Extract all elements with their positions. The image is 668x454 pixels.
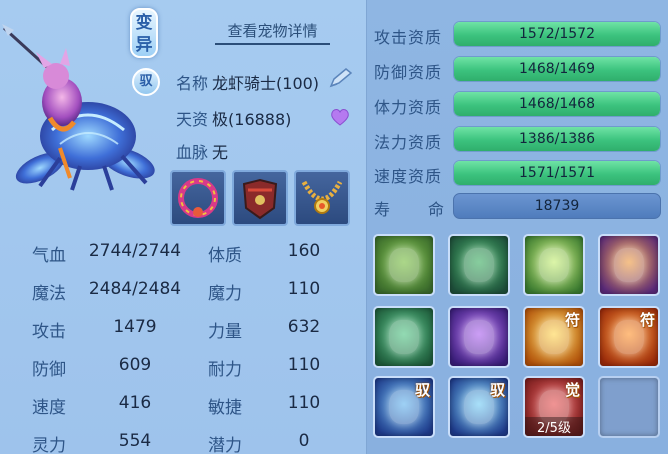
lifespan-value: 18739 (534, 198, 580, 214)
attr-endurance-value: 110 (287, 355, 321, 375)
stat-attack-value: 1479 (113, 317, 157, 337)
skill-tag: 驭 (489, 381, 505, 399)
skill-slot[interactable] (598, 234, 660, 296)
skill-slot[interactable]: 符 (523, 306, 585, 368)
variant-char-2: 异 (135, 35, 153, 55)
aptitude-attack-label: 攻击资质 (374, 28, 443, 47)
rune-strike-icon (614, 248, 644, 282)
aptitude-attack-bar: 1572/1572 (453, 21, 661, 47)
necklace-ornament-icon (301, 180, 343, 214)
attr-potential-label: 潜力 (208, 436, 242, 454)
green-giant-icon (464, 248, 494, 282)
stat-hp-value: 2744/2744 (88, 241, 182, 261)
armor-ornament-icon (242, 178, 278, 220)
pet-detail-screen: 变 异 驭 查看宠物详情 名称 龙虾骑士(100) 天资 极(16888) 血脉无 (0, 0, 668, 454)
attr-endurance-label: 耐力 (208, 360, 242, 380)
skill-tag: 符 (564, 311, 580, 329)
variant-char-1: 变 (135, 13, 153, 33)
attr-constitution-value: 160 (287, 241, 321, 261)
heart-icon[interactable] (330, 108, 350, 126)
skill-slot[interactable]: 符 (598, 306, 660, 368)
skill-slot[interactable]: 觉 2/5级 (523, 376, 585, 438)
pet-aptitude-label: 天资 (176, 110, 209, 129)
attr-constitution-label: 体质 (208, 246, 242, 266)
skill-slot[interactable] (448, 234, 510, 296)
skill-tag: 符 (639, 311, 655, 329)
skill-slot[interactable]: 驭 (373, 376, 435, 438)
variant-badge: 变 异 (130, 8, 158, 58)
pet-aptitude-value: 极(16888) (212, 110, 292, 129)
skill-slot[interactable] (373, 234, 435, 296)
skill-level: 2/5级 (525, 417, 583, 436)
stat-attack-label: 攻击 (32, 322, 66, 342)
pet-name-value: 龙虾骑士(100) (212, 74, 320, 93)
heart-aura-icon (539, 248, 569, 282)
attr-magic-label: 魔力 (208, 284, 242, 304)
aptitude-attack-value: 1572/1572 (519, 26, 595, 42)
stat-mp-label: 魔法 (32, 284, 66, 304)
ride-badge[interactable]: 驭 (132, 68, 160, 96)
aptitude-mana-value: 1386/1386 (519, 131, 595, 147)
aptitude-mana-bar: 1386/1386 (453, 126, 661, 152)
skill-tag: 驭 (414, 381, 430, 399)
aptitude-stamina-label: 体力资质 (374, 98, 443, 117)
skill-slot[interactable]: 驭 (448, 376, 510, 438)
aptitude-mana-label: 法力资质 (374, 133, 443, 152)
pet-bloodline-value: 无 (212, 143, 229, 162)
attr-agility-value: 110 (287, 393, 321, 413)
aptitude-defense-bar: 1468/1469 (453, 56, 661, 82)
pet-name-label: 名称 (176, 74, 209, 93)
edit-name-icon[interactable] (328, 67, 354, 89)
lifespan-label-char-2: 命 (428, 200, 446, 219)
stat-mp-value: 2484/2484 (88, 279, 182, 299)
attr-strength-label: 力量 (208, 322, 242, 342)
stat-speed-value: 416 (118, 393, 152, 413)
lifespan-label-char-1: 寿 (374, 200, 392, 219)
stat-speed-label: 速度 (32, 398, 66, 418)
aptitude-speed-label: 速度资质 (374, 167, 443, 186)
pet-bloodline-label: 血脉 (176, 143, 209, 162)
attr-potential-value: 0 (298, 431, 310, 451)
attr-strength-value: 632 (287, 317, 321, 337)
stat-spirit-label: 灵力 (32, 436, 66, 454)
skill-slot[interactable] (373, 306, 435, 368)
stat-defense-value: 609 (118, 355, 152, 375)
aptitude-speed-bar: 1571/1571 (453, 160, 661, 186)
stat-spirit-value: 554 (118, 431, 152, 451)
pet-name-row: 名称 龙虾骑士(100) (176, 70, 319, 94)
stat-defense-label: 防御 (32, 360, 66, 380)
collar-ornament-icon (178, 178, 218, 218)
skill-slot-empty[interactable] (598, 376, 660, 438)
equip-slot-collar[interactable] (170, 170, 226, 226)
equip-slot-armor[interactable] (232, 170, 288, 226)
skill-slot[interactable] (523, 234, 585, 296)
view-pet-details-link[interactable]: 查看宠物详情 (215, 20, 330, 45)
equip-slot-necklace[interactable] (294, 170, 350, 226)
aptitude-stamina-bar: 1468/1468 (453, 91, 661, 117)
attr-agility-label: 敏捷 (208, 398, 242, 418)
pet-info-panel: 变 异 驭 查看宠物详情 名称 龙虾骑士(100) 天资 极(16888) 血脉无 (0, 0, 366, 454)
aptitude-stamina-value: 1468/1468 (519, 96, 595, 112)
lifespan-bar: 18739 (453, 193, 661, 219)
aptitude-defense-value: 1468/1469 (519, 61, 595, 77)
shield-swirl-icon (389, 320, 419, 354)
boot-icon (389, 248, 419, 282)
stat-hp-label: 气血 (32, 246, 66, 266)
pet-bloodline-row: 血脉无 (176, 139, 228, 163)
aptitude-defense-label: 防御资质 (374, 63, 443, 82)
attr-magic-value: 110 (287, 279, 321, 299)
skill-tag: 觉 (564, 381, 580, 399)
aptitude-speed-value: 1571/1571 (519, 165, 595, 181)
purple-burst-icon (464, 320, 494, 354)
skill-slot[interactable] (448, 306, 510, 368)
pet-aptitude-row: 天资 极(16888) (176, 106, 291, 130)
